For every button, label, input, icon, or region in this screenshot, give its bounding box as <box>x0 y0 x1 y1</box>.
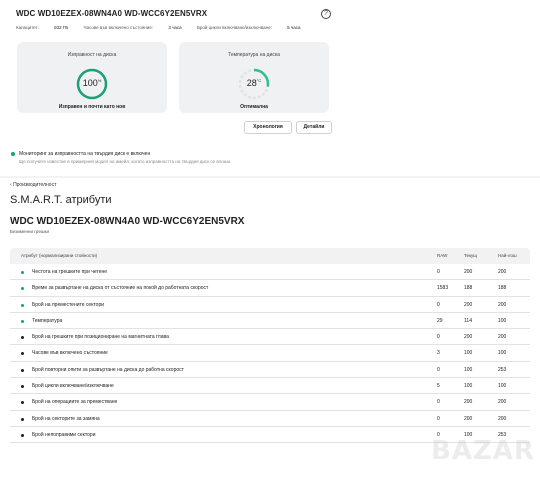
status-dot-icon <box>21 433 24 437</box>
errors-label: Безименни грешки <box>10 229 50 234</box>
attribute-name: Температура <box>32 317 63 324</box>
current-value: 100 <box>464 383 473 390</box>
back-link[interactable]: ‹ Производителност <box>10 182 56 188</box>
table-row[interactable]: Честота на грешките при четене 0 200 200 <box>10 264 530 281</box>
model-title: WDC WD10EZEX-08WN4A0 WD-WCC6Y2EN5VRX <box>10 216 245 227</box>
table-body: Честота на грешките при четене 0 200 200 Вре… <box>10 264 530 444</box>
status-dot-icon <box>21 401 24 405</box>
raw-value: 0 <box>437 334 440 341</box>
current-value: 100 <box>464 350 473 357</box>
attribute-name: Брой на грешките при позициониране на ма… <box>32 334 169 341</box>
health-title: Изправност на диска <box>67 52 117 58</box>
current-value: 100 <box>464 366 473 373</box>
info-power-cycles: Брой цикли включване/изключване: 5 часа <box>196 25 301 30</box>
raw-value: 0 <box>437 366 440 373</box>
health-gauge: 100% <box>75 67 109 101</box>
health-status: Изправен и почти като нов <box>58 104 126 110</box>
attribute-name: Брой повторни опити за развъртане на дис… <box>32 366 184 373</box>
current-value: 114 <box>464 317 472 324</box>
temperature-panel: Температура на диска 28°C Оптимална <box>179 42 329 113</box>
temperature-title: Температура на диска <box>228 52 280 58</box>
info-capacity: Капацитет: 932 ГБ <box>16 25 69 30</box>
attribute-name: Брой на секторите за замяна <box>32 415 100 422</box>
smart-title: S.M.A.R.T. атрибути <box>10 194 112 206</box>
raw-value: 0 <box>437 415 440 422</box>
current-value: 200 <box>464 334 473 341</box>
watermark-logo: BAZAR <box>431 436 535 466</box>
monitoring-status: Мониторинг за изправността на твърдия ди… <box>11 151 150 157</box>
raw-value: 3 <box>437 350 440 357</box>
header-raw: RAW <box>437 253 448 258</box>
status-dot-icon <box>21 417 24 421</box>
temperature-value: 28°C <box>246 78 262 88</box>
attribute-name: Брой цикли включване/изключване <box>32 383 114 390</box>
current-value: 200 <box>464 415 473 422</box>
table-row[interactable]: Брой на грешките при позициониране на ма… <box>10 329 530 346</box>
worst-value: 200 <box>498 334 507 341</box>
table-row[interactable]: Брой цикли включване/изключване 5 100 100 <box>10 378 530 395</box>
worst-value: 200 <box>498 269 507 275</box>
table-row[interactable]: Часове във включено състояние 3 100 100 <box>10 345 530 362</box>
table-row[interactable]: Брой на операциите за преместване 0 200 200 <box>10 394 530 411</box>
temperature-status: Оптимална <box>240 104 268 110</box>
current-value: 200 <box>464 399 473 406</box>
table-row[interactable]: Температура 29 114 100 <box>10 313 530 330</box>
worst-value: 200 <box>498 301 507 308</box>
table-row[interactable]: Време за развъртане на диска от състояни… <box>10 280 530 297</box>
health-value: 100% <box>82 78 102 88</box>
status-dot-icon <box>21 319 24 323</box>
current-value: 200 <box>464 269 473 275</box>
raw-value: 5 <box>437 383 440 390</box>
chevron-left-icon: ‹ <box>10 182 12 188</box>
worst-value: 253 <box>498 366 507 373</box>
status-dot-icon <box>21 352 24 356</box>
table-row[interactable]: Брой на преместените сектори 0 200 200 <box>10 297 530 313</box>
worst-value: 200 <box>498 415 507 422</box>
info-power-hours: Часове във включено състояние: 3 часа <box>83 25 182 30</box>
disk-overview-card: WDC WD10EZEX-08WN4A0 WD-WCC6Y2EN5VRX ? К… <box>0 0 540 176</box>
status-dot-icon <box>21 336 24 340</box>
raw-value: 0 <box>437 399 440 406</box>
status-dot-icon <box>21 368 24 372</box>
header-attribute: Атрибут (нормализирани стойности) <box>21 253 98 258</box>
disk-title: WDC WD10EZEX-08WN4A0 WD-WCC6Y2EN5VRX <box>16 9 208 18</box>
status-dot-icon <box>11 151 15 156</box>
worst-value: 100 <box>498 317 507 324</box>
attribute-name: Честота на грешките при четене <box>32 269 108 275</box>
table-header: Атрибут (нормализирани стойности) RAW Те… <box>10 248 530 264</box>
raw-value: 0 <box>437 269 440 275</box>
attribute-name: Брой на операциите за преместване <box>32 399 118 406</box>
table-row[interactable]: Брой на секторите за замяна 0 200 200 <box>10 411 530 427</box>
raw-value: 29 <box>437 317 443 324</box>
raw-value: 1583 <box>437 285 449 292</box>
smart-table: Атрибут (нормализирани стойности) RAW Те… <box>10 248 530 444</box>
raw-value: 0 <box>437 301 440 308</box>
status-dot-icon <box>21 303 24 307</box>
status-dot-icon <box>21 271 24 274</box>
details-button[interactable]: Детайли <box>296 121 332 134</box>
health-panel: Изправност на диска 100% Изправен и почт… <box>17 42 167 113</box>
status-dot-icon <box>21 385 24 389</box>
disk-info-row: Капацитет: 932 ГБ Часове във включено съ… <box>16 25 314 30</box>
attribute-name: Брой непоправими сектори <box>32 431 96 438</box>
history-button[interactable]: Хронология <box>244 121 292 134</box>
status-dot-icon <box>21 287 24 291</box>
header-current: Текущ <box>464 253 477 258</box>
worst-value: 100 <box>498 383 507 390</box>
attribute-name: Брой на преместените сектори <box>32 301 105 308</box>
current-value: 200 <box>464 301 473 308</box>
worst-value: 200 <box>498 399 507 406</box>
smart-section: ‹ Производителност S.M.A.R.T. атрибути W… <box>0 178 540 480</box>
attribute-name: Време за развъртане на диска от състояни… <box>32 285 209 292</box>
worst-value: 100 <box>498 350 507 357</box>
header-worst: Най-лош <box>498 253 517 258</box>
current-value: 188 <box>464 285 473 292</box>
temperature-gauge: 28°C <box>237 67 271 101</box>
monitoring-note: Ще получите известие в примерния модел н… <box>19 159 232 164</box>
table-row[interactable]: Брой повторни опити за развъртане на дис… <box>10 362 530 379</box>
help-icon[interactable]: ? <box>321 9 331 19</box>
worst-value: 188 <box>498 285 507 292</box>
attribute-name: Часове във включено състояние <box>32 350 108 357</box>
